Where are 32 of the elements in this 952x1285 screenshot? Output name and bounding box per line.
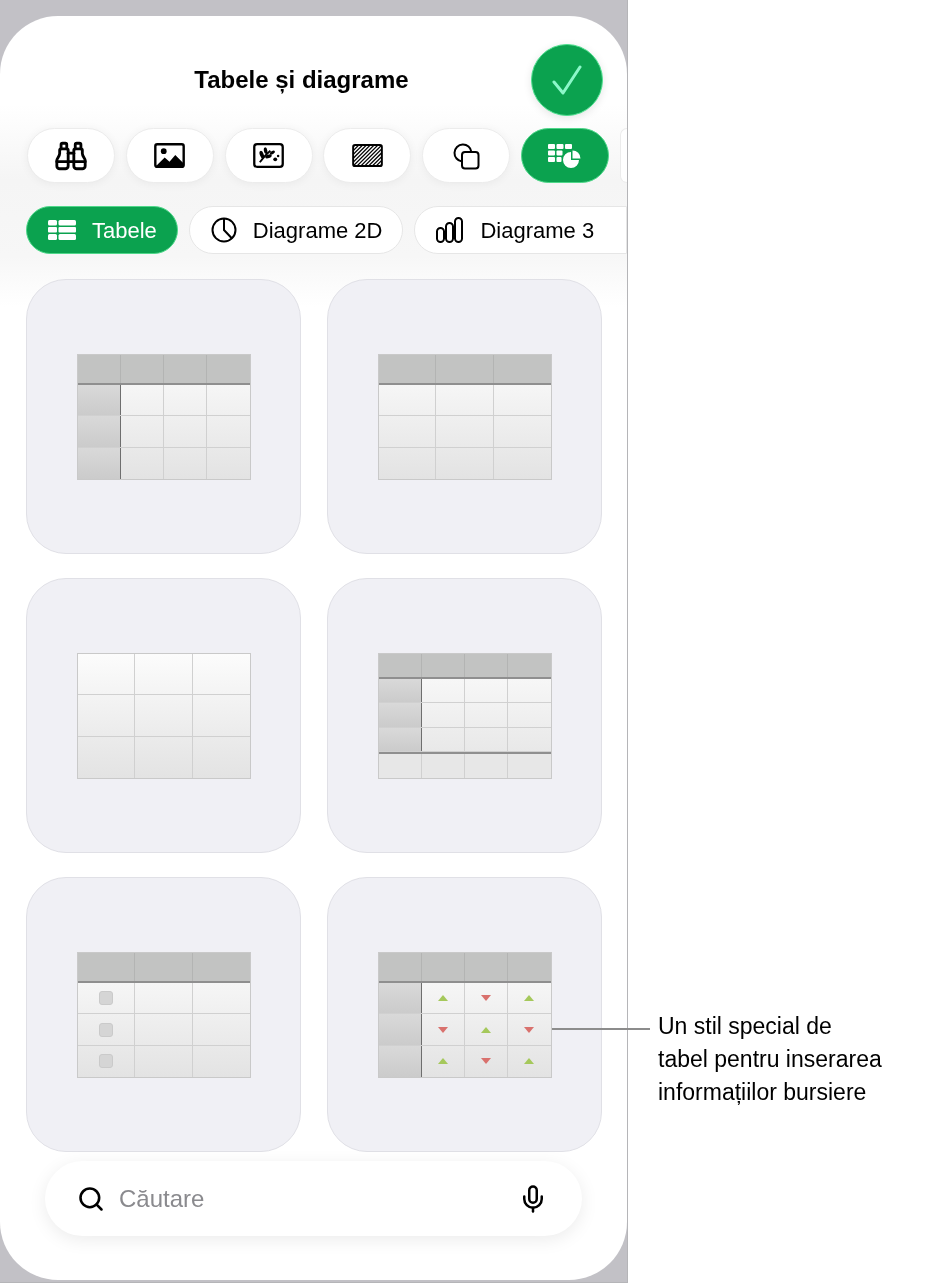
media-icon xyxy=(253,143,285,168)
search-icon xyxy=(77,1184,105,1213)
checkbox-icon xyxy=(98,990,113,1005)
image-icon xyxy=(154,143,186,168)
row-header-cell xyxy=(378,1014,422,1045)
hatched-rectangle-icon xyxy=(351,144,383,167)
up-triangle-icon xyxy=(481,1026,492,1033)
checkmark-icon xyxy=(552,65,582,95)
shapes-icon xyxy=(452,141,481,170)
table-chart-icon xyxy=(547,142,583,169)
up-triangle-icon xyxy=(524,1058,535,1065)
table-icon xyxy=(48,220,76,240)
panel-title: Tabele și diagrame xyxy=(194,65,409,96)
category-tab[interactable]: Diagrame 2D xyxy=(188,206,404,254)
down-triangle-icon xyxy=(437,1026,448,1033)
down-triangle-icon xyxy=(524,1026,535,1033)
search-input[interactable]: Căutare xyxy=(119,1180,504,1217)
up-triangle-icon xyxy=(524,994,535,1001)
row-header-cell xyxy=(378,1045,422,1077)
up-triangle-icon xyxy=(437,1058,448,1065)
pie-chart-icon xyxy=(210,217,237,243)
checkbox-icon xyxy=(98,1022,113,1037)
down-triangle-icon xyxy=(481,994,492,1001)
row-header-cell xyxy=(378,982,422,1014)
search-bar[interactable]: Căutare xyxy=(45,1161,582,1236)
up-triangle-icon xyxy=(437,994,448,1001)
checkbox-icon xyxy=(98,1054,113,1069)
callout-text: Un stil special de tabel pentru inserarea informațiilor bursiere xyxy=(658,1012,883,1107)
bar-chart-icon xyxy=(436,217,465,243)
down-triangle-icon xyxy=(481,1058,492,1065)
done-button[interactable] xyxy=(531,44,603,116)
category-tab[interactable]: Diagrame 3 xyxy=(414,206,627,254)
